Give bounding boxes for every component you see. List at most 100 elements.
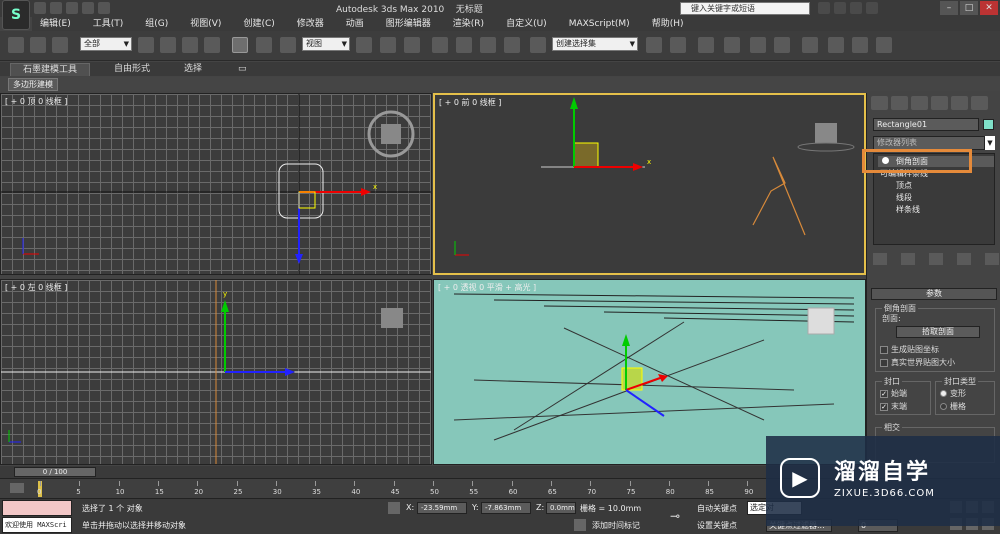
snaps-toggle-icon[interactable] — [432, 37, 448, 53]
open-icon[interactable] — [50, 2, 62, 14]
infocenter-icon[interactable] — [834, 2, 846, 14]
ribbon-options-icon[interactable]: ▭ — [226, 63, 259, 76]
curve-editor-icon[interactable] — [750, 37, 766, 53]
hierarchy-tab-icon[interactable] — [911, 96, 928, 110]
object-name-field[interactable]: Rectangle01 — [873, 118, 979, 131]
mirror-icon[interactable] — [646, 37, 662, 53]
maximize-button[interactable]: □ — [960, 1, 978, 15]
tab-graphite-modeling[interactable]: 石墨建模工具 — [10, 63, 91, 76]
set-key-button[interactable]: 设置关键点 — [697, 520, 737, 531]
render-production-icon[interactable] — [876, 37, 892, 53]
make-unique-icon[interactable] — [929, 253, 943, 265]
select-by-name-icon[interactable] — [160, 37, 176, 53]
select-and-rotate-icon[interactable] — [256, 37, 272, 53]
modifier-list-dropdown[interactable]: 修改器列表 — [873, 136, 985, 150]
cap-end-checkbox[interactable]: ✓ 末端 — [880, 401, 907, 412]
key-icon[interactable]: ⊸ — [670, 509, 680, 523]
new-icon[interactable] — [34, 2, 46, 14]
stack-item-vertex[interactable]: 顶点 — [896, 180, 912, 191]
menu-item[interactable]: 编辑(E) — [40, 17, 71, 31]
menu-item[interactable]: 创建(C) — [243, 17, 274, 31]
select-manipulate-icon[interactable] — [380, 37, 396, 53]
undo-icon[interactable] — [82, 2, 94, 14]
create-tab-icon[interactable] — [871, 96, 888, 110]
modify-tab-icon[interactable] — [891, 96, 908, 110]
auto-key-button[interactable]: 自动关键点 — [697, 503, 737, 514]
select-and-scale-icon[interactable] — [280, 37, 296, 53]
menu-item[interactable]: 渲染(R) — [453, 17, 484, 31]
menu-item[interactable]: 组(G) — [145, 17, 168, 31]
keyboard-shortcut-icon[interactable] — [404, 37, 420, 53]
select-object-icon[interactable] — [138, 37, 154, 53]
show-end-result-icon[interactable] — [901, 253, 915, 265]
render-setup-icon[interactable] — [828, 37, 844, 53]
tab-selection[interactable]: 选择 — [172, 63, 214, 76]
layer-manager-icon[interactable] — [698, 37, 714, 53]
motion-tab-icon[interactable] — [931, 96, 948, 110]
menu-item[interactable]: 工具(T) — [93, 17, 124, 31]
configure-sets-icon[interactable] — [985, 253, 999, 265]
star-icon[interactable] — [850, 2, 862, 14]
redo-icon[interactable] — [98, 2, 110, 14]
stack-item-spline[interactable]: 样条线 — [896, 204, 920, 215]
menu-item[interactable]: 视图(V) — [190, 17, 221, 31]
viewport-front[interactable]: [ + 0 前 0 线框 ] x — [433, 93, 866, 275]
maxscript-listener-input[interactable] — [2, 500, 72, 516]
maxscript-output[interactable]: 欢迎使用 MAXScri — [2, 517, 72, 533]
pivot-center-icon[interactable] — [356, 37, 372, 53]
save-icon[interactable] — [66, 2, 78, 14]
cap-morph-radio[interactable]: 变形 — [940, 388, 966, 399]
bind-space-warp-icon[interactable] — [52, 37, 68, 53]
window-crossing-icon[interactable] — [204, 37, 220, 53]
display-tab-icon[interactable] — [951, 96, 968, 110]
pick-profile-button[interactable]: 拾取剖面 — [896, 326, 980, 338]
x-coordinate-field[interactable]: -23.59mm — [417, 502, 467, 514]
cap-start-checkbox[interactable]: ✓ 始端 — [880, 388, 907, 399]
chevron-down-icon[interactable]: ▼ — [985, 136, 995, 150]
mini-curve-editor-icon[interactable] — [10, 483, 24, 493]
reference-coord-dropdown[interactable]: 视图 — [302, 37, 350, 51]
menu-item[interactable]: 帮助(H) — [652, 17, 684, 31]
lock-selection-icon[interactable] — [388, 502, 400, 514]
unlink-icon[interactable] — [30, 37, 46, 53]
viewport-top[interactable]: [ + 0 顶 0 线框 ] x — [0, 93, 432, 275]
minimize-button[interactable]: – — [940, 1, 958, 15]
angle-snap-icon[interactable] — [456, 37, 472, 53]
utilities-tab-icon[interactable] — [971, 96, 988, 110]
search-icon[interactable] — [818, 2, 830, 14]
stack-item-segment[interactable]: 线段 — [896, 192, 912, 203]
select-and-move-icon[interactable] — [232, 37, 248, 53]
time-tag-icon[interactable] — [574, 519, 586, 531]
spinner-snap-icon[interactable] — [504, 37, 520, 53]
help-icon[interactable] — [866, 2, 878, 14]
polygon-modeling-button[interactable]: 多边形建模 — [8, 78, 58, 91]
material-editor-icon[interactable] — [802, 37, 818, 53]
real-world-map-checkbox[interactable]: 真实世界贴图大小 — [880, 357, 955, 368]
remove-modifier-icon[interactable] — [957, 253, 971, 265]
cap-grid-radio[interactable]: 栅格 — [940, 401, 966, 412]
menu-item[interactable]: 图形编辑器 — [386, 17, 431, 31]
graphite-toggle-icon[interactable] — [724, 37, 740, 53]
schematic-view-icon[interactable] — [774, 37, 790, 53]
object-color-swatch[interactable] — [983, 119, 994, 130]
align-icon[interactable] — [670, 37, 686, 53]
percent-snap-icon[interactable] — [480, 37, 496, 53]
gen-map-coords-checkbox[interactable]: 生成贴图坐标 — [880, 344, 939, 355]
tab-freeform[interactable]: 自由形式 — [102, 63, 162, 76]
time-slider[interactable]: 0 / 100 — [14, 467, 96, 477]
link-icon[interactable] — [8, 37, 24, 53]
viewport-left[interactable]: [ + 0 左 0 线框 ] y — [0, 279, 432, 465]
menu-item[interactable]: 自定义(U) — [506, 17, 547, 31]
edit-named-selection-icon[interactable] — [530, 37, 546, 53]
pin-stack-icon[interactable] — [873, 253, 887, 265]
app-menu-button[interactable]: S — [2, 0, 30, 30]
rectangle-selection-icon[interactable] — [182, 37, 198, 53]
named-selection-dropdown[interactable]: 创建选择集 — [552, 37, 638, 51]
menu-item[interactable]: 修改器 — [297, 17, 324, 31]
menu-item[interactable]: MAXScript(M) — [569, 17, 630, 31]
z-coordinate-field[interactable]: 0.0mm — [546, 502, 576, 514]
add-time-tag-button[interactable]: 添加时间标记 — [592, 520, 640, 531]
rollout-parameters[interactable]: 参数 — [871, 288, 997, 300]
menu-item[interactable]: 动画 — [346, 17, 364, 31]
close-button[interactable]: ✕ — [980, 1, 998, 15]
